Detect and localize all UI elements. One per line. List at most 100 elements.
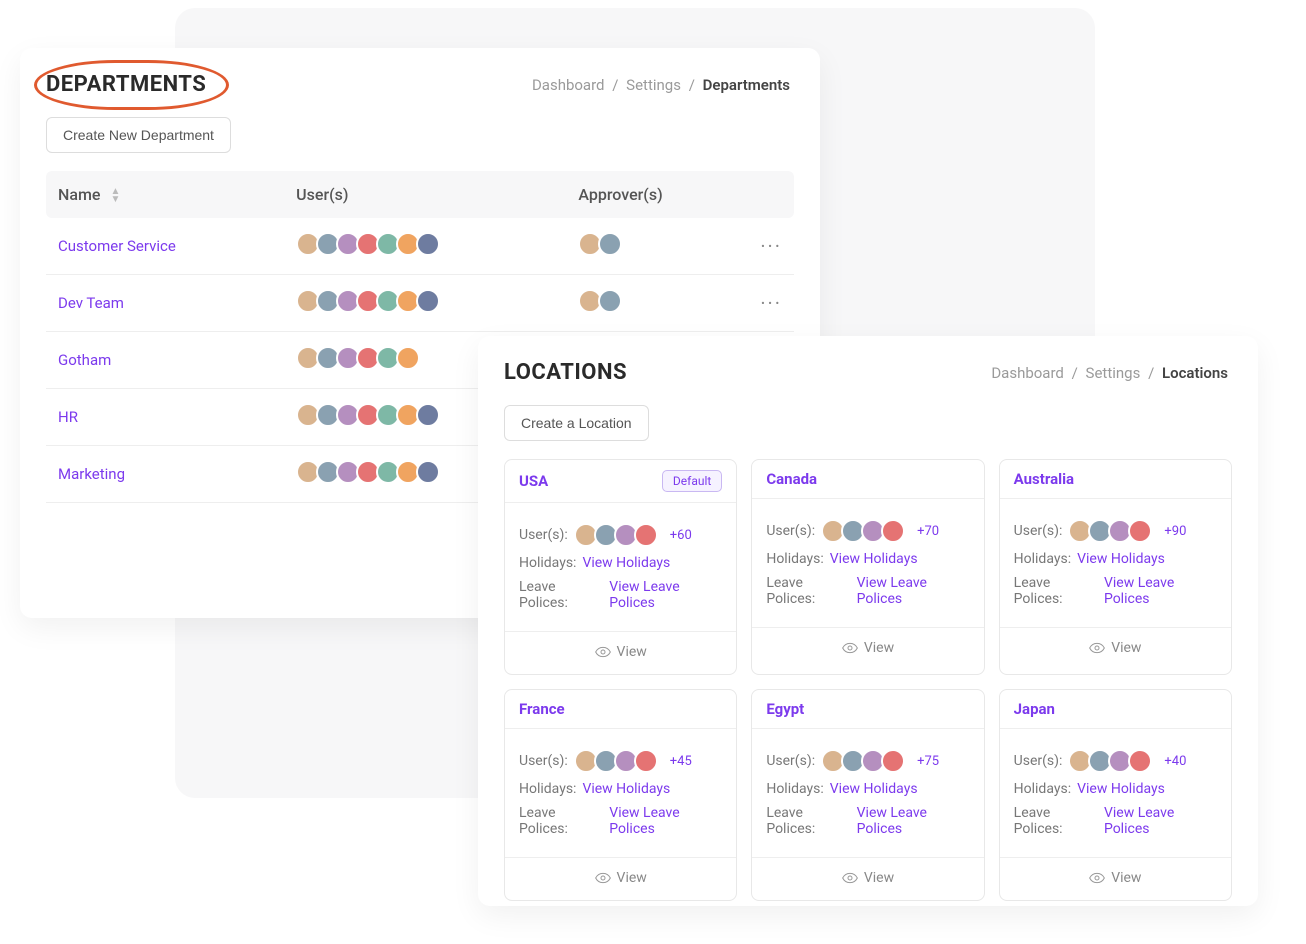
view-policies-link[interactable]: View Leave Polices [609, 579, 722, 611]
location-name[interactable]: Canada [766, 470, 817, 488]
users-label: User(s): [766, 753, 815, 769]
avatar [598, 232, 622, 256]
breadcrumb-locations: Dashboard / Settings / Locations [991, 364, 1228, 382]
users-label: User(s): [766, 523, 815, 539]
row-actions-icon[interactable]: ··· [760, 234, 782, 258]
location-card: Egypt User(s): +75 Holidays: View Holida… [751, 689, 984, 901]
breadcrumb-dashboard[interactable]: Dashboard [532, 76, 605, 94]
location-name[interactable]: Egypt [766, 700, 804, 718]
view-location-button[interactable]: View [752, 857, 983, 900]
avatar [634, 749, 658, 773]
avatar [396, 346, 420, 370]
policies-label: Leave Polices: [766, 575, 850, 607]
breadcrumb-settings[interactable]: Settings [1086, 364, 1141, 382]
users-label: User(s): [519, 527, 568, 543]
policies-label: Leave Polices: [1014, 805, 1098, 837]
avatar-group [296, 289, 440, 313]
view-holidays-link[interactable]: View Holidays [582, 781, 670, 797]
avatar [634, 523, 658, 547]
user-count-more[interactable]: +90 [1164, 524, 1186, 539]
view-location-button[interactable]: View [505, 631, 736, 674]
eye-icon [842, 642, 858, 658]
location-card: Canada User(s): +70 Holidays: View Holid… [751, 459, 984, 675]
eye-icon [1089, 642, 1105, 658]
view-holidays-link[interactable]: View Holidays [830, 551, 918, 567]
policies-label: Leave Polices: [519, 579, 603, 611]
department-link[interactable]: HR [58, 408, 78, 426]
department-link[interactable]: Customer Service [58, 237, 176, 255]
policies-label: Leave Polices: [1014, 575, 1098, 607]
avatar-group [296, 403, 440, 427]
table-row: Dev Team ··· [46, 275, 794, 332]
holidays-label: Holidays: [519, 555, 576, 571]
col-name[interactable]: Name ▲▼ [46, 171, 284, 218]
location-card: France User(s): +45 Holidays: View Holid… [504, 689, 737, 901]
view-policies-link[interactable]: View Leave Polices [857, 805, 970, 837]
col-approvers: Approver(s) [566, 171, 748, 218]
avatar [416, 403, 440, 427]
location-card: Australia User(s): +90 Holidays: View Ho… [999, 459, 1232, 675]
users-label: User(s): [1014, 753, 1063, 769]
breadcrumb-settings[interactable]: Settings [626, 76, 681, 94]
department-link[interactable]: Marketing [58, 465, 125, 483]
avatar [881, 519, 905, 543]
table-row: Customer Service ··· [46, 218, 794, 275]
view-policies-link[interactable]: View Leave Polices [1104, 805, 1217, 837]
eye-icon [595, 646, 611, 662]
holidays-label: Holidays: [766, 781, 823, 797]
location-name[interactable]: USA [519, 472, 548, 490]
view-holidays-link[interactable]: View Holidays [1077, 781, 1165, 797]
row-actions-icon[interactable]: ··· [760, 291, 782, 315]
view-location-button[interactable]: View [1000, 857, 1231, 900]
eye-icon [1089, 872, 1105, 888]
user-count-more[interactable]: +60 [670, 528, 692, 543]
avatar-group [821, 519, 905, 543]
user-count-more[interactable]: +75 [917, 754, 939, 769]
user-count-more[interactable]: +45 [670, 754, 692, 769]
view-holidays-link[interactable]: View Holidays [582, 555, 670, 571]
sort-icon: ▲▼ [110, 188, 120, 204]
avatar-group [296, 232, 440, 256]
breadcrumb-current: Departments [703, 76, 790, 94]
department-link[interactable]: Dev Team [58, 294, 124, 312]
col-users: User(s) [284, 171, 566, 218]
location-name[interactable]: France [519, 700, 565, 718]
view-policies-link[interactable]: View Leave Polices [857, 575, 970, 607]
avatar-group [821, 749, 905, 773]
avatar [416, 232, 440, 256]
view-location-button[interactable]: View [752, 627, 983, 670]
policies-label: Leave Polices: [519, 805, 603, 837]
location-card: Japan User(s): +40 Holidays: View Holida… [999, 689, 1232, 901]
users-label: User(s): [519, 753, 568, 769]
avatar [1128, 519, 1152, 543]
breadcrumb-departments: Dashboard / Settings / Departments [532, 76, 790, 94]
avatar [881, 749, 905, 773]
breadcrumb-dashboard[interactable]: Dashboard [991, 364, 1064, 382]
avatar-group [578, 232, 622, 256]
create-location-button[interactable]: Create a Location [504, 405, 649, 441]
department-link[interactable]: Gotham [58, 351, 111, 369]
view-holidays-link[interactable]: View Holidays [830, 781, 918, 797]
user-count-more[interactable]: +40 [1164, 754, 1186, 769]
create-department-button[interactable]: Create New Department [46, 117, 231, 153]
location-name[interactable]: Japan [1014, 700, 1055, 718]
avatar-group [296, 460, 440, 484]
holidays-label: Holidays: [766, 551, 823, 567]
view-holidays-link[interactable]: View Holidays [1077, 551, 1165, 567]
avatar-group [1068, 519, 1152, 543]
locations-panel: LOCATIONS Dashboard / Settings / Locatio… [478, 336, 1258, 906]
avatar-group [574, 749, 658, 773]
view-policies-link[interactable]: View Leave Polices [1104, 575, 1217, 607]
avatar [1128, 749, 1152, 773]
view-location-button[interactable]: View [1000, 627, 1231, 670]
user-count-more[interactable]: +70 [917, 524, 939, 539]
users-label: User(s): [1014, 523, 1063, 539]
avatar-group [574, 523, 658, 547]
avatar-group [578, 289, 622, 313]
location-name[interactable]: Australia [1014, 470, 1074, 488]
view-policies-link[interactable]: View Leave Polices [609, 805, 722, 837]
view-location-button[interactable]: View [505, 857, 736, 900]
avatar [598, 289, 622, 313]
eye-icon [595, 872, 611, 888]
avatar [416, 460, 440, 484]
